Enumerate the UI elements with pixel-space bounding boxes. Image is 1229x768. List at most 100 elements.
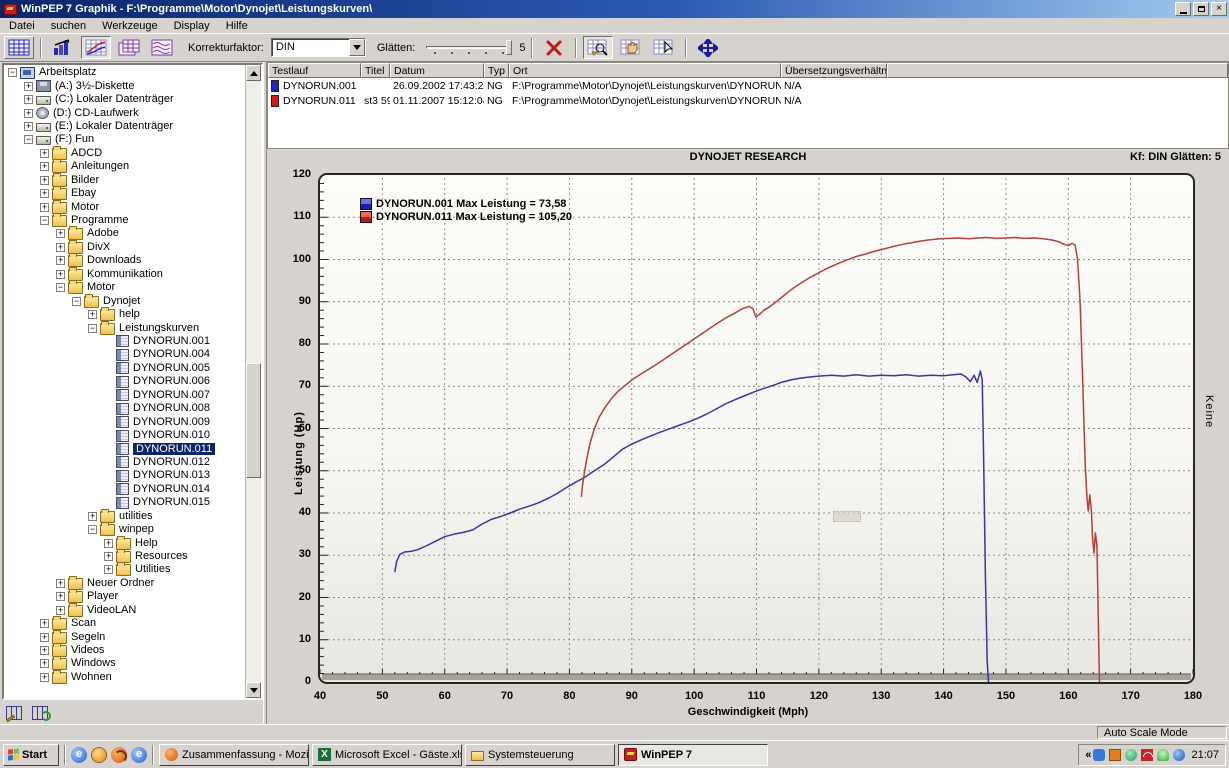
tree-item[interactable]: +ADCD [4,147,245,160]
overlay-graphs-button[interactable] [114,36,144,59]
clock-app-icon[interactable] [91,747,107,763]
expand-icon[interactable]: + [40,162,49,171]
tree-item[interactable]: DYNORUN.013 [4,469,245,482]
select-cursor-button[interactable] [649,36,679,59]
collapse-icon[interactable]: − [88,324,97,333]
task-button-excel[interactable]: Microsoft Excel - Gäste.xls [312,744,462,766]
move-graph-button[interactable] [693,36,723,59]
expand-icon[interactable]: + [56,579,65,588]
tree-item[interactable]: +Ebay [4,187,245,200]
tree-item[interactable]: +(A:) 3½-Diskette [4,79,245,92]
tree-item[interactable]: −winpep [4,523,245,536]
expand-icon[interactable]: + [56,229,65,238]
column-header-datum[interactable]: Datum [390,63,484,78]
expand-icon[interactable]: + [40,646,49,655]
collapse-icon[interactable]: − [24,135,33,144]
tree-item[interactable]: +Adobe [4,227,245,240]
tree-item[interactable]: DYNORUN.006 [4,375,245,388]
menu-item-datei[interactable]: Datei [2,19,42,33]
tree-item[interactable]: DYNORUN.009 [4,415,245,428]
tree-item[interactable]: +Neuer Ordner [4,577,245,590]
column-header-ort[interactable]: Ort [509,63,781,78]
tree-item[interactable]: +VideoLAN [4,604,245,617]
tree-item[interactable]: +Utilities [4,563,245,576]
tree-item[interactable]: +Windows [4,657,245,670]
menu-item-werkzeuge[interactable]: Werkzeuge [95,19,164,33]
tree-item[interactable]: +Scan [4,617,245,630]
tree-item[interactable]: +Segeln [4,630,245,643]
expand-icon[interactable]: + [104,539,113,548]
pan-hand-button[interactable] [616,36,646,59]
messenger-icon[interactable] [1173,749,1185,761]
chevron-down-icon[interactable] [349,39,365,56]
tree-item[interactable]: +Wohnen [4,671,245,684]
tree-item[interactable]: DYNORUN.014 [4,483,245,496]
table-row[interactable]: DYNORUN.011st3 5901.11.2007 15:12:04NGF:… [268,93,1228,108]
expand-icon[interactable]: + [40,659,49,668]
scroll-down-icon[interactable] [246,682,261,698]
expand-icon[interactable]: + [40,149,49,158]
tree-item[interactable]: +Bilder [4,174,245,187]
slider-thumb[interactable] [506,40,512,55]
collapse-icon[interactable]: − [8,68,17,77]
close-button[interactable]: × [1211,2,1227,16]
bar-graph-button[interactable] [48,36,78,59]
collapse-icon[interactable]: − [72,297,81,306]
expand-icon[interactable]: + [88,310,97,319]
tree-item[interactable]: +(E:) Lokaler Datenträger [4,120,245,133]
korrekturfaktor-select[interactable]: DIN [271,38,366,57]
firefox-icon[interactable] [111,747,127,763]
waterfall-graphs-button[interactable] [147,36,177,59]
tree-item[interactable]: +Downloads [4,254,245,267]
expand-icon[interactable]: + [40,633,49,642]
tree-item[interactable]: −Arbeitsplatz [4,66,245,79]
expand-icon[interactable]: + [104,565,113,574]
tree-item[interactable]: +(C:) Lokaler Datenträger [4,93,245,106]
tree-item[interactable]: +Motor [4,200,245,213]
expand-icon[interactable]: + [88,512,97,521]
plot-area[interactable]: DYNORUN.001 Max Leistung = 73,58DYNORUN.… [318,173,1195,684]
avira-antivirus-icon[interactable] [1141,749,1153,761]
expand-icon[interactable]: + [24,109,33,118]
tree-item[interactable]: +utilities [4,509,245,522]
expand-icon[interactable]: + [24,122,33,131]
expand-icon[interactable]: + [56,243,65,252]
tree-item[interactable]: −(F:) Fun [4,133,245,146]
tree-item[interactable]: DYNORUN.001 [4,335,245,348]
tree-item[interactable]: +Player [4,590,245,603]
glaetten-slider[interactable] [426,39,512,56]
column-header-testlauf[interactable]: Testlauf [268,63,361,78]
data-table-button[interactable] [4,36,34,59]
expand-icon[interactable]: + [56,270,65,279]
graph-refresh-icon[interactable] [32,704,50,720]
graph-properties-icon[interactable] [6,704,24,720]
expand-icon[interactable]: + [56,592,65,601]
expand-icon[interactable]: + [40,189,49,198]
expand-icon[interactable]: + [40,619,49,628]
expand-icon[interactable]: + [40,203,49,212]
tree-item[interactable]: DYNORUN.004 [4,348,245,361]
tray-overflow-chevron[interactable]: « [1085,749,1089,761]
restore-button[interactable] [1193,2,1209,16]
expand-icon[interactable]: + [40,176,49,185]
column-header-bersetzungsverhltnis[interactable]: Übersetzungsverhältnis [781,63,887,78]
menu-item-suchen[interactable]: suchen [44,19,93,33]
scroll-track[interactable] [246,81,261,682]
collapse-icon[interactable]: − [40,216,49,225]
delete-run-button[interactable] [539,36,569,59]
line-graph-button[interactable] [81,36,111,59]
tree-item[interactable]: +Videos [4,644,245,657]
tree-item[interactable]: +Resources [4,550,245,563]
tree-item[interactable]: DYNORUN.012 [4,456,245,469]
tree-item[interactable]: +Kommunikation [4,268,245,281]
media-player-icon[interactable] [1125,749,1137,761]
expand-icon[interactable]: + [40,673,49,682]
scroll-thumb[interactable] [246,363,261,477]
tree-item[interactable]: DYNORUN.011 [4,442,245,455]
internet-explorer-icon[interactable] [131,747,147,763]
menu-item-hilfe[interactable]: Hilfe [219,19,255,33]
task-button-firefox[interactable]: Zusammenfassung - Mozi... [159,744,309,766]
expand-icon[interactable]: + [56,256,65,265]
tree-item[interactable]: DYNORUN.005 [4,362,245,375]
column-header-titel[interactable]: Titel [361,63,390,78]
